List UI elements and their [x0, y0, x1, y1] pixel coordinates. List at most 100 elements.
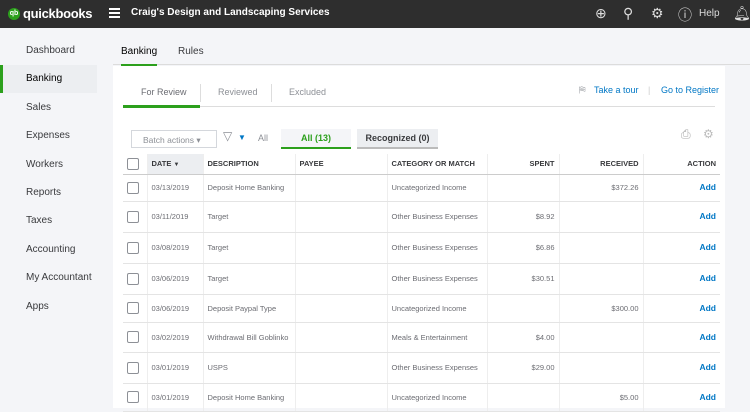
add-button[interactable]: Add: [699, 273, 716, 283]
description-cell: Deposit Paypal Type: [202, 294, 295, 323]
sidebar-item-accounting[interactable]: Accounting: [0, 236, 97, 264]
add-button[interactable]: Add: [699, 211, 716, 221]
spent-cell: [486, 294, 559, 323]
sort-down-icon: ▼: [173, 162, 180, 169]
quickbooks-logo[interactable]: qb quickbooks: [8, 6, 93, 21]
date-cell: 03/01/2019: [146, 352, 203, 384]
table-row[interactable]: 03/06/2019 Target Other Business Expenses $…: [123, 263, 720, 295]
row-checkbox[interactable]: [127, 361, 139, 374]
row-checkbox[interactable]: [127, 181, 139, 194]
select-all-checkbox[interactable]: [127, 157, 139, 170]
sidebar-item-my-accountant[interactable]: My Accountant: [0, 264, 97, 292]
description-cell: Target: [202, 263, 295, 295]
row-checkbox[interactable]: [127, 331, 139, 343]
date-header[interactable]: DATE ▼: [146, 154, 203, 175]
menu-icon[interactable]: [109, 8, 120, 18]
sidebar-item-banking[interactable]: Banking: [0, 65, 97, 94]
sidebar: Dashboard Banking Sales Expenses Workers Repo…: [0, 28, 98, 408]
description-cell: Target: [202, 232, 295, 264]
take-a-tour-link[interactable]: Take a tour: [594, 85, 639, 95]
recognized-pill[interactable]: Recognized (0): [357, 129, 438, 149]
sidebar-item-expenses[interactable]: Expenses: [0, 122, 97, 150]
payee-cell[interactable]: [294, 232, 387, 264]
row-checkbox[interactable]: [127, 241, 139, 254]
category-cell[interactable]: Uncategorized Income: [386, 174, 487, 202]
payee-cell[interactable]: [294, 263, 387, 295]
add-button[interactable]: Add: [699, 362, 716, 372]
sidebar-item-dashboard[interactable]: Dashboard: [0, 37, 97, 65]
table-row[interactable]: 03/01/2019 Deposit Home Banking Uncategori…: [123, 383, 720, 412]
received-cell: $300.00: [558, 294, 643, 323]
filter-all-label: All: [258, 133, 269, 143]
payee-cell[interactable]: [294, 383, 387, 412]
add-button[interactable]: Add: [699, 242, 716, 252]
sidebar-item-apps[interactable]: Apps: [0, 293, 97, 321]
batch-actions-dropdown[interactable]: Batch actions ▾: [131, 130, 217, 148]
category-cell[interactable]: Other Business Expenses: [386, 352, 487, 384]
spent-cell: $4.00: [486, 322, 559, 353]
add-button[interactable]: Add: [699, 392, 716, 402]
spent-cell: [486, 174, 559, 202]
chevron-down-icon[interactable]: ▼: [238, 133, 246, 142]
date-cell: 03/11/2019: [146, 201, 203, 233]
payee-cell[interactable]: [294, 174, 387, 202]
sidebar-item-reports[interactable]: Reports: [0, 179, 97, 207]
payee-cell[interactable]: [294, 322, 387, 353]
all-pill[interactable]: All (13): [281, 129, 351, 149]
date-cell: 03/13/2019: [146, 174, 203, 202]
action-header: ACTION: [642, 154, 720, 175]
subtab-for-review[interactable]: For Review: [141, 87, 187, 97]
help-link[interactable]: Help: [699, 8, 720, 19]
print-icon[interactable]: ⎙: [681, 127, 691, 142]
add-button[interactable]: Add: [699, 182, 716, 192]
category-cell[interactable]: Other Business Expenses: [386, 232, 487, 264]
category-header: CATEGORY OR MATCH: [386, 154, 487, 175]
payee-cell[interactable]: [294, 352, 387, 384]
row-checkbox[interactable]: [127, 302, 139, 314]
table-row[interactable]: 03/08/2019 Target Other Business Expenses $…: [123, 232, 720, 264]
table-row[interactable]: 03/11/2019 Target Other Business Expenses $…: [123, 201, 720, 233]
payee-cell[interactable]: [294, 201, 387, 233]
sidebar-item-taxes[interactable]: Taxes: [0, 207, 97, 235]
subtab-reviewed[interactable]: Reviewed: [218, 87, 258, 97]
table-row[interactable]: 03/13/2019 Deposit Home Banking Uncategori…: [123, 174, 720, 202]
go-to-register-link[interactable]: Go to Register: [661, 85, 719, 95]
chevron-down-icon: ▾: [196, 135, 201, 145]
gear-icon[interactable]: ⚙: [651, 5, 664, 22]
transactions-table: DATE ▼ DESCRIPTION PAYEE CATEGORY OR MAT…: [123, 154, 720, 412]
gear-icon[interactable]: ⚙: [703, 127, 714, 141]
tour-icon: ⛿: [579, 85, 586, 95]
date-cell: 03/02/2019: [146, 322, 203, 353]
help-icon[interactable]: ⓘ: [678, 5, 692, 25]
payee-cell[interactable]: [294, 294, 387, 323]
row-checkbox[interactable]: [127, 391, 139, 403]
table-row[interactable]: 03/02/2019 Withdrawal Bill Goblinko Meals …: [123, 322, 720, 353]
category-cell[interactable]: Uncategorized Income: [386, 383, 487, 412]
row-checkbox[interactable]: [127, 272, 139, 285]
sidebar-item-sales[interactable]: Sales: [0, 94, 97, 122]
add-button[interactable]: Add: [699, 332, 716, 342]
received-cell: $372.26: [558, 174, 643, 202]
batch-actions-label: Batch actions: [143, 135, 195, 145]
add-button[interactable]: Add: [699, 303, 716, 313]
subtab-excluded[interactable]: Excluded: [289, 87, 326, 97]
divider: |: [648, 85, 651, 95]
tab-rules[interactable]: Rules: [178, 46, 204, 57]
active-indicator: [123, 105, 200, 108]
payee-header: PAYEE: [294, 154, 387, 175]
category-cell[interactable]: Other Business Expenses: [386, 263, 487, 295]
category-cell[interactable]: Other Business Expenses: [386, 201, 487, 233]
spent-cell: $8.92: [486, 201, 559, 233]
category-cell[interactable]: Meals & Entertainment: [386, 322, 487, 353]
sidebar-item-workers[interactable]: Workers: [0, 151, 97, 179]
search-icon[interactable]: ⚲: [623, 5, 633, 22]
received-cell: [558, 263, 643, 295]
category-cell[interactable]: Uncategorized Income: [386, 294, 487, 323]
filter-icon[interactable]: ▽: [223, 129, 232, 143]
plus-icon[interactable]: ⊕: [595, 5, 607, 22]
table-row[interactable]: 03/06/2019 Deposit Paypal Type Uncategoriz…: [123, 294, 720, 323]
row-checkbox[interactable]: [127, 210, 139, 223]
bell-icon[interactable]: 🔔︎: [733, 5, 750, 22]
tab-banking[interactable]: Banking: [121, 46, 158, 67]
table-row[interactable]: 03/01/2019 USPS Other Business Expenses $29…: [123, 352, 720, 384]
